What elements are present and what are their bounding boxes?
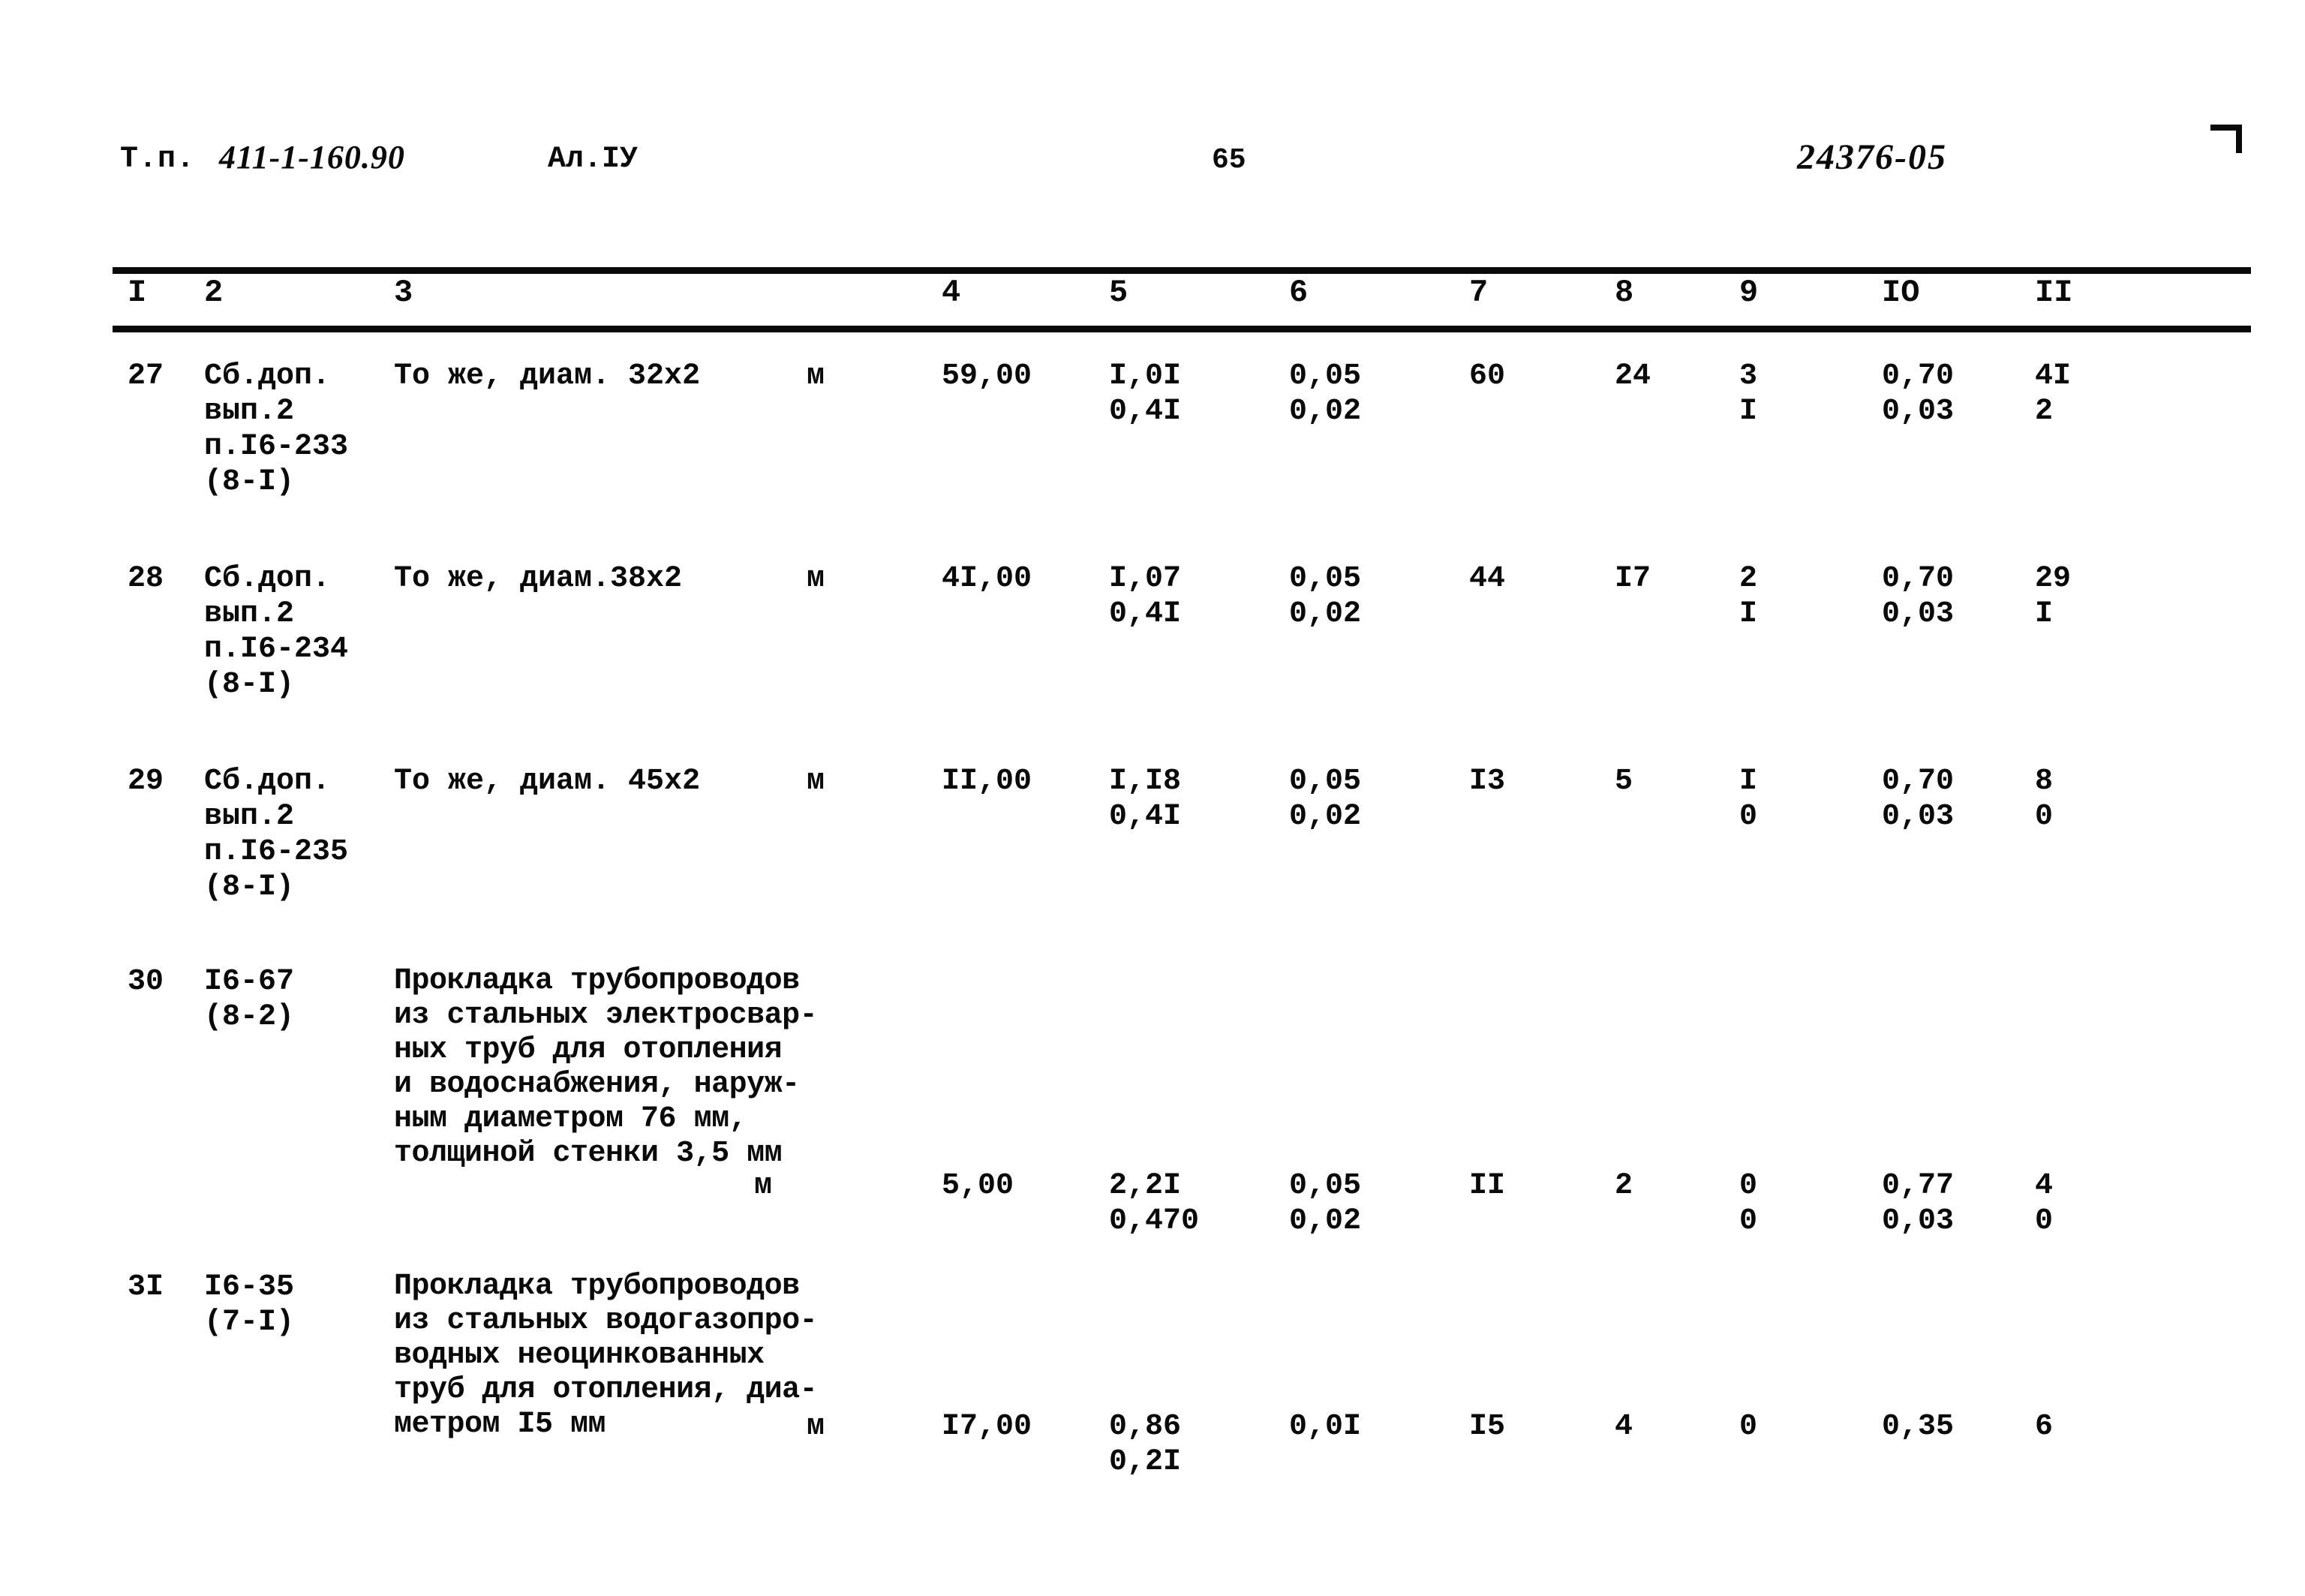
column-number-6: 6: [1289, 275, 1309, 311]
page-header: Т.п. 411-1-160.90 Ал.IУ 65 24376-05: [0, 137, 2305, 192]
column-number-10: IO: [1882, 275, 1920, 311]
row-unit: м: [754, 1169, 773, 1203]
row-value-col8: 2: [1615, 1169, 1633, 1203]
column-number-9: 9: [1739, 275, 1759, 311]
row-value-col10: 0,77 0,03: [1882, 1169, 1955, 1238]
row-value-col5: I,0I 0,4I: [1109, 359, 1182, 428]
row-value-col4: 59,00: [942, 359, 1032, 393]
row-description: То же, диам. 45х2: [394, 765, 701, 798]
row-value-col6: 0,05 0,02: [1289, 1169, 1362, 1238]
row-value-col6: 0,0I: [1289, 1410, 1362, 1444]
row-unit: м: [807, 765, 825, 798]
page-number: 65: [1212, 144, 1246, 176]
row-value-col11: 4I 2: [2035, 359, 2072, 428]
row-value-col5: I,07 0,4I: [1109, 562, 1182, 631]
column-number-2: 2: [204, 275, 224, 311]
row-unit: м: [807, 359, 825, 393]
row-norm-code: Сб.доп. вып.2 п.I6-235 (8-I): [204, 765, 349, 904]
row-norm-code: I6-35 (7-I): [204, 1270, 295, 1339]
row-value-col9: I 0: [1739, 765, 1758, 834]
row-value-col4: 4I,00: [942, 562, 1032, 596]
row-value-col8: I7: [1615, 562, 1651, 596]
row-value-col6: 0,05 0,02: [1289, 562, 1362, 631]
row-value-col9: 0: [1739, 1410, 1758, 1444]
row-description: То же, диам. 32х2: [394, 359, 701, 393]
row-value-col9: 2 I: [1739, 562, 1758, 631]
row-value-col6: 0,05 0,02: [1289, 765, 1362, 834]
row-value-col10: 0,35: [1882, 1410, 1955, 1444]
column-number-11: II: [2035, 275, 2073, 311]
row-description: Прокладка трубопроводов из стальных элек…: [394, 964, 818, 1171]
row-value-col7: I5: [1469, 1410, 1506, 1444]
document-page: Т.п. 411-1-160.90 Ал.IУ 65 24376-05 I 2 …: [0, 0, 2305, 1596]
column-number-7: 7: [1469, 275, 1489, 311]
row-item-number: 29: [128, 765, 164, 798]
row-item-number: 28: [128, 562, 164, 596]
row-value-col9: 0 0: [1739, 1169, 1758, 1238]
row-norm-code: I6-67 (8-2): [204, 965, 295, 1034]
document-type-prefix: Т.п.: [120, 143, 196, 176]
archive-stamp-code: 24376-05: [1797, 137, 1947, 177]
row-value-col10: 0,70 0,03: [1882, 765, 1955, 834]
row-value-col5: I,I8 0,4I: [1109, 765, 1182, 834]
row-value-col11: 8 0: [2035, 765, 2054, 834]
row-value-col7: I3: [1469, 765, 1506, 798]
row-unit: м: [807, 562, 825, 596]
row-item-number: 27: [128, 359, 164, 393]
row-item-number: 30: [128, 965, 164, 999]
table-bottom-rule: [113, 326, 2251, 332]
row-norm-code: Сб.доп. вып.2 п.I6-234 (8-I): [204, 562, 349, 702]
row-value-col11: 4 0: [2035, 1169, 2054, 1238]
row-value-col7: 44: [1469, 562, 1506, 596]
album-label: Ал.IУ: [548, 143, 639, 176]
column-number-1: I: [128, 275, 147, 311]
column-number-8: 8: [1615, 275, 1634, 311]
row-value-col7: 60: [1469, 359, 1506, 393]
row-value-col11: 6: [2035, 1410, 2054, 1444]
row-description: Прокладка трубопроводов из стальных водо…: [394, 1270, 818, 1441]
row-value-col5: 0,86 0,2I: [1109, 1410, 1182, 1479]
document-code: 411-1-160.90: [219, 139, 405, 176]
row-value-col8: 4: [1615, 1410, 1633, 1444]
row-value-col4: 5,00: [942, 1169, 1014, 1203]
table-top-rule: [113, 267, 2251, 274]
row-value-col8: 5: [1615, 765, 1633, 798]
row-unit: м: [807, 1410, 825, 1444]
row-value-col10: 0,70 0,03: [1882, 562, 1955, 631]
row-norm-code: Сб.доп. вып.2 п.I6-233 (8-I): [204, 359, 349, 499]
column-number-4: 4: [942, 275, 961, 311]
row-item-number: 3I: [128, 1270, 164, 1304]
row-description: То же, диам.38х2: [394, 562, 683, 596]
column-number-3: 3: [394, 275, 413, 311]
row-value-col4: I7,00: [942, 1410, 1032, 1444]
column-number-5: 5: [1109, 275, 1128, 311]
row-value-col6: 0,05 0,02: [1289, 359, 1362, 428]
column-number-row: I 2 3 4 5 6 7 8 9 IO II: [0, 275, 2305, 324]
row-value-col10: 0,70 0,03: [1882, 359, 1955, 428]
row-value-col4: II,00: [942, 765, 1032, 798]
row-value-col9: 3 I: [1739, 359, 1758, 428]
row-value-col8: 24: [1615, 359, 1651, 393]
row-value-col5: 2,2I 0,470: [1109, 1169, 1200, 1238]
row-value-col7: II: [1469, 1169, 1506, 1203]
row-value-col11: 29 I: [2035, 562, 2072, 631]
corner-registration-mark: [2210, 125, 2242, 153]
